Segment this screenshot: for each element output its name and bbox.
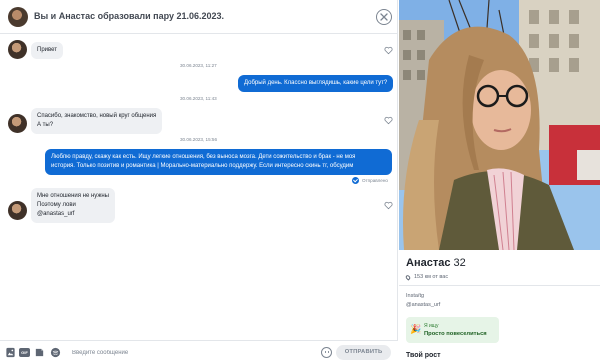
height-section-title: Твой рост <box>406 352 441 359</box>
message-line: @anastas_urf <box>37 211 75 217</box>
send-button[interactable]: ОТПРАВИТЬ <box>336 345 391 360</box>
message-input[interactable] <box>72 346 312 360</box>
sender-avatar[interactable] <box>8 114 27 133</box>
profile-age: 32 <box>453 257 466 269</box>
sender-avatar[interactable] <box>8 40 27 59</box>
message-line: Мне отношения не нужны <box>37 193 109 199</box>
goal-label: Я ищу <box>424 323 439 329</box>
message-timestamp: 30.06.2023, 11:43 <box>180 96 217 101</box>
message-line: Люблю правду, скажу как есть. Ищу легкие… <box>51 154 356 160</box>
sender-avatar[interactable] <box>8 201 27 220</box>
profile-photo[interactable] <box>399 0 600 250</box>
relationship-goal-card: 🎉 Я ищу Просто повеселиться <box>406 317 499 343</box>
message-bubble-incoming[interactable]: Привет <box>31 42 64 59</box>
party-popper-icon: 🎉 <box>410 324 422 334</box>
message-line: Добрый день. Классно выглядишь, какие це… <box>244 80 388 86</box>
message-line: А ты? <box>37 122 54 128</box>
profile-distance-text: 153 км от вас <box>414 274 449 280</box>
message-composer: GIF ОТПРАВИТЬ <box>0 340 398 364</box>
match-avatar[interactable] <box>8 7 28 27</box>
heart-icon[interactable] <box>384 46 393 55</box>
message-bubble-incoming[interactable]: Спасибо, знакомство, новый круг общения … <box>31 108 163 134</box>
message-bubble-outgoing[interactable]: Люблю правду, скажу как есть. Ищу легкие… <box>45 149 392 175</box>
profile-panel: Анастас 32 153 км от вас Insta/tg @anast… <box>399 0 600 364</box>
goal-value: Просто повеселиться <box>424 331 487 337</box>
location-pin-icon <box>404 273 412 281</box>
sticker-icon[interactable] <box>34 347 45 358</box>
heart-icon[interactable] <box>384 201 393 210</box>
match-title: Вы и Анастас образовали пару 21.06.2023. <box>34 11 225 21</box>
bio-line: @anastas_urf <box>406 302 441 308</box>
sent-check-icon <box>352 177 359 184</box>
music-icon[interactable] <box>50 347 61 358</box>
message-status-text: Отправлено <box>362 178 388 183</box>
profile-bio: Insta/tg @anastas_urf <box>406 292 440 310</box>
message-line: история. Только позитив и романтика | Мо… <box>51 163 354 169</box>
message-line: Привет <box>37 47 58 53</box>
gif-icon[interactable]: GIF <box>19 348 30 357</box>
divider <box>399 285 600 286</box>
chat-header: Вы и Анастас образовали пару 21.06.2023. <box>0 0 398 34</box>
message-line: Спасибо, знакомство, новый круг общения <box>37 113 157 119</box>
profile-name: Анастас 32 <box>406 257 466 269</box>
heart-icon[interactable] <box>384 116 393 125</box>
message-line: Поэтому лови <box>37 202 76 208</box>
profile-name-text: Анастас <box>406 257 451 269</box>
message-timestamp: 30.06.2023, 11:27 <box>180 63 217 68</box>
bio-line: Insta/tg <box>406 293 425 299</box>
close-icon[interactable] <box>376 9 392 25</box>
message-bubble-outgoing[interactable]: Добрый день. Классно выглядишь, какие це… <box>238 75 394 92</box>
message-timestamp: 30.06.2023, 15:56 <box>180 137 218 142</box>
image-upload-icon[interactable] <box>5 347 16 358</box>
chat-panel: Вы и Анастас образовали пару 21.06.2023.… <box>0 0 398 364</box>
message-status: Отправлено <box>352 177 388 184</box>
message-bubble-incoming[interactable]: Мне отношения не нужны Поэтому лови @ana… <box>31 188 115 223</box>
emoji-icon[interactable] <box>321 347 332 358</box>
profile-distance: 153 км от вас <box>404 273 449 281</box>
